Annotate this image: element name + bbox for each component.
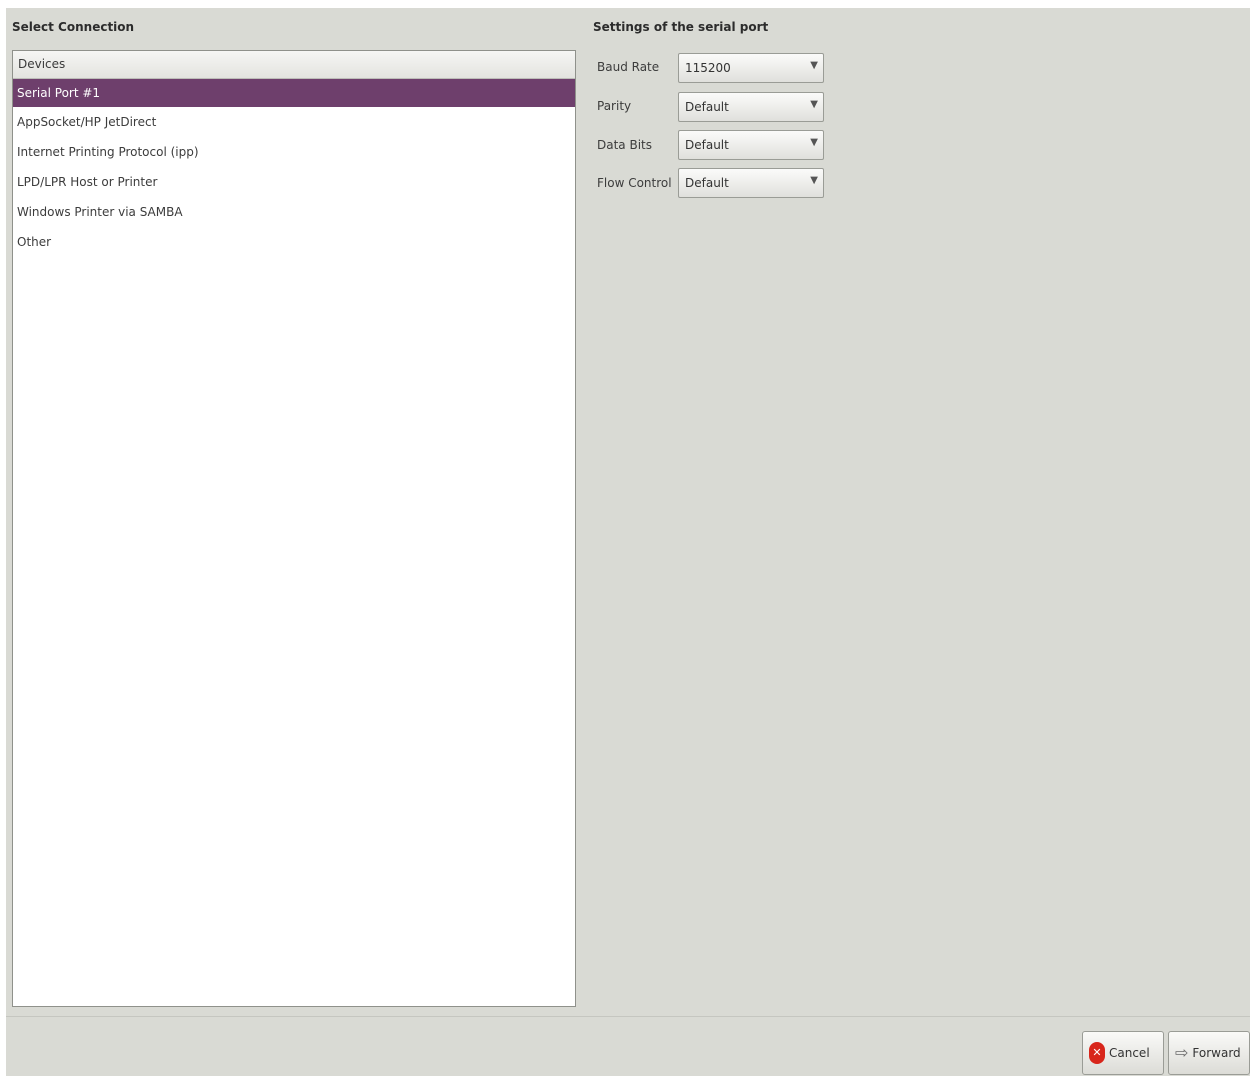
list-column-header[interactable]: Devices [13,51,575,79]
forward-arrow-icon: ⇨ [1175,1043,1189,1062]
parity-select[interactable]: Default ▼ [678,92,824,122]
cancel-label: Cancel [1109,1046,1150,1060]
connection-list[interactable]: Devices Serial Port #1 AppSocket/HP JetD… [12,50,576,1007]
parity-value: Default [685,100,729,114]
cancel-button[interactable]: ✕ Cancel [1082,1031,1164,1075]
button-bar-divider [6,1016,1250,1017]
chevron-down-icon: ▼ [810,175,818,186]
data-bits-label: Data Bits [597,138,652,152]
list-item-serial-port[interactable]: Serial Port #1 [13,79,575,107]
chevron-down-icon: ▼ [810,137,818,148]
parity-label: Parity [597,99,632,113]
select-connection-title: Select Connection [12,20,135,34]
baud-rate-select[interactable]: 115200 ▼ [678,53,824,83]
forward-label: Forward [1192,1046,1241,1060]
list-item-ipp[interactable]: Internet Printing Protocol (ipp) [13,137,575,167]
list-item-samba[interactable]: Windows Printer via SAMBA [13,197,575,227]
list-item-lpd[interactable]: LPD/LPR Host or Printer [13,167,575,197]
new-printer-dialog: Select Connection Devices Serial Port #1… [6,8,1250,1076]
list-item-other[interactable]: Other [13,227,575,257]
serial-settings-title: Settings of the serial port [593,20,769,34]
baud-rate-value: 115200 [685,61,731,75]
data-bits-value: Default [685,138,729,152]
stop-icon: ✕ [1089,1042,1105,1064]
data-bits-select[interactable]: Default ▼ [678,130,824,160]
flow-control-value: Default [685,176,729,190]
flow-control-label: Flow Control [597,176,672,190]
baud-rate-label: Baud Rate [597,60,660,74]
chevron-down-icon: ▼ [810,99,818,110]
flow-control-select[interactable]: Default ▼ [678,168,824,198]
forward-button[interactable]: ⇨ Forward [1168,1031,1250,1075]
list-item-appsocket[interactable]: AppSocket/HP JetDirect [13,107,575,137]
chevron-down-icon: ▼ [810,60,818,71]
